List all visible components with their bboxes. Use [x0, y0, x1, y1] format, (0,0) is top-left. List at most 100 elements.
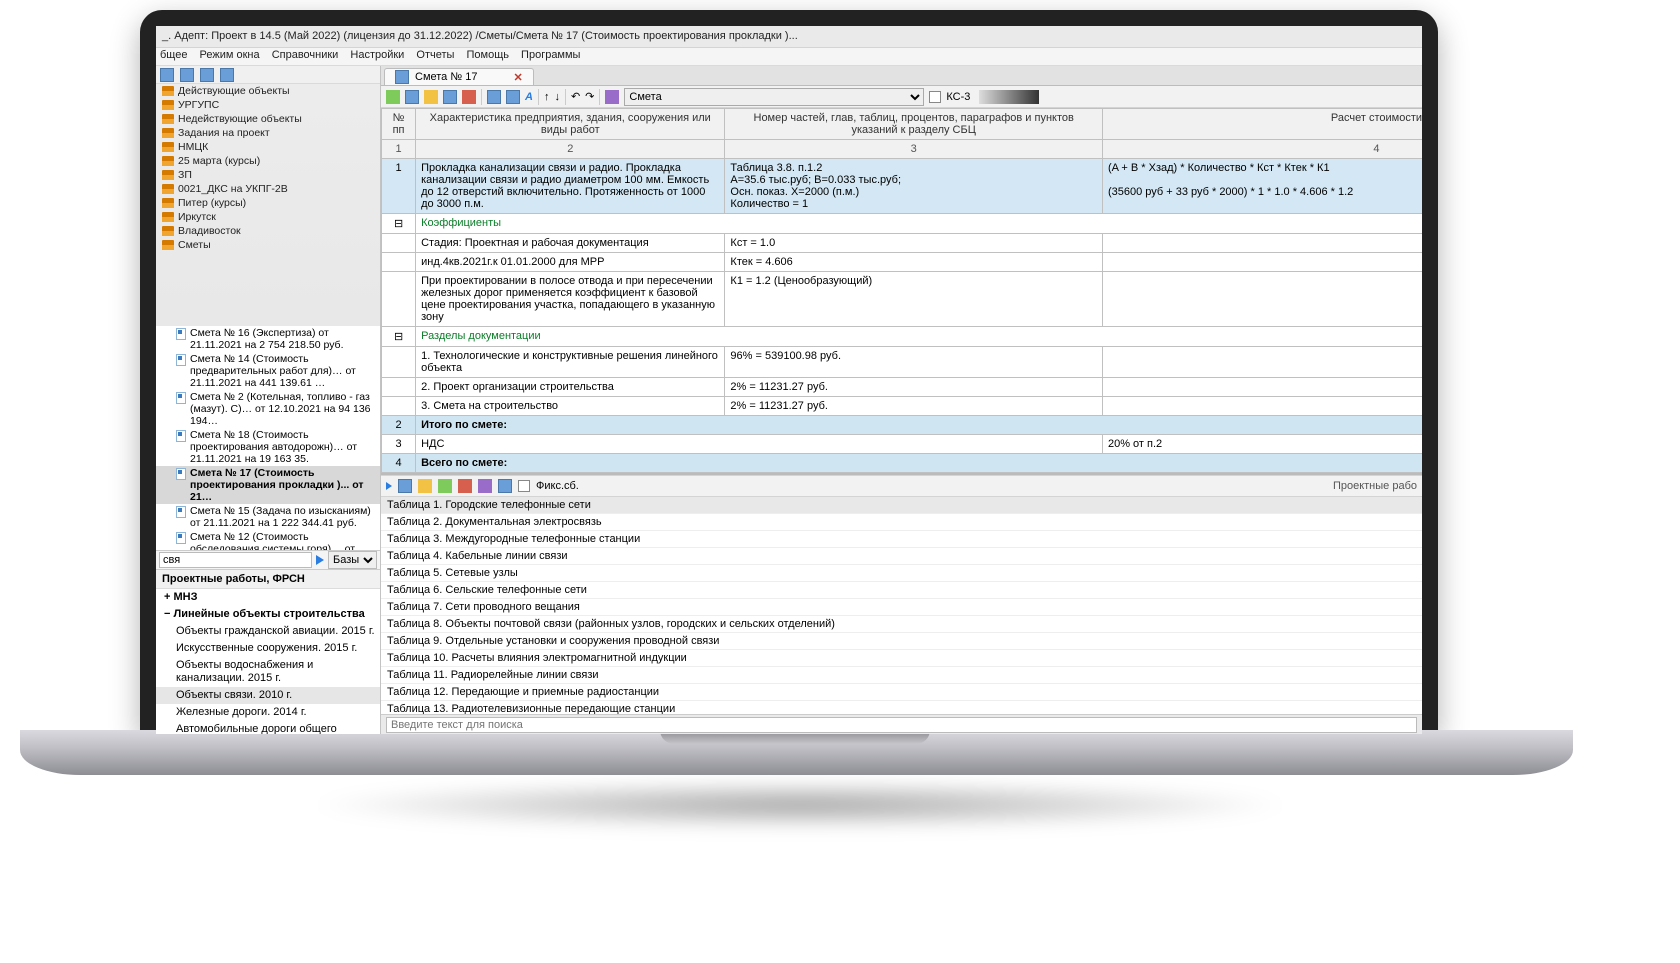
section-row[interactable]: 2. Проект организации строительства2% = …: [382, 378, 1423, 397]
search-input[interactable]: [159, 552, 312, 568]
back-icon[interactable]: [386, 482, 392, 490]
coef-row[interactable]: При проектировании в полосе отвода и при…: [382, 272, 1423, 327]
folder-icon: [162, 240, 174, 250]
table-list-item[interactable]: Таблица 6. Сельские телефонные сети: [381, 582, 1422, 599]
tb-icon[interactable]: [424, 90, 438, 104]
catalog-item[interactable]: Искусственные сооружения. 2015 г.: [156, 640, 380, 657]
tree-item[interactable]: Питер (курсы): [156, 196, 380, 210]
menu-reports[interactable]: Отчеты: [416, 49, 454, 61]
folder-icon: [162, 100, 174, 110]
tb-icon[interactable]: [200, 68, 214, 82]
bottom-search-input[interactable]: [386, 717, 1417, 733]
tb-icon[interactable]: [487, 90, 501, 104]
estimate-item[interactable]: Смета № 15 (Задача по изысканиям) от 21.…: [156, 504, 380, 530]
tb-icon[interactable]: [443, 90, 457, 104]
coef-row[interactable]: Стадия: Проектная и рабочая документация…: [382, 234, 1423, 253]
tree-item[interactable]: ЗП: [156, 168, 380, 182]
tab-close-icon[interactable]: ✕: [513, 71, 522, 84]
view-combo[interactable]: Смета: [624, 88, 924, 106]
tb-icon[interactable]: [438, 479, 452, 493]
catalog-item[interactable]: Объекты водоснабжения и канализации. 201…: [156, 657, 380, 687]
tb-icon[interactable]: [458, 479, 472, 493]
tab-smeta17[interactable]: Смета № 17 ✕: [384, 68, 534, 85]
app-window: _. Адепт: Проект в 14.5 (Май 2022) (лице…: [156, 26, 1422, 734]
tree-item[interactable]: 0021_ДКС на УКПГ-2В: [156, 182, 380, 196]
tb-icon[interactable]: [160, 68, 174, 82]
table-list-item[interactable]: Таблица 9. Отдельные установки и сооруже…: [381, 633, 1422, 650]
menu-general[interactable]: бщее: [160, 49, 187, 61]
undo-icon[interactable]: ↶: [571, 90, 580, 103]
tree-item[interactable]: Действующие объекты: [156, 84, 380, 98]
table-list-item[interactable]: Таблица 2. Документальная электросвязь: [381, 514, 1422, 531]
catalog-item[interactable]: + МНЗ: [156, 589, 380, 606]
table-list-item[interactable]: Таблица 5. Сетевые узлы: [381, 565, 1422, 582]
coef-row[interactable]: инд.4кв.2021г.к 01.01.2000 для МРРКтек =…: [382, 253, 1423, 272]
doc-icon: [176, 354, 186, 366]
grid-row-main[interactable]: 1 Прокладка канализации связи и радио. П…: [382, 159, 1423, 214]
tb-icon[interactable]: [478, 479, 492, 493]
search-scope-select[interactable]: Базы: [328, 551, 377, 569]
table-list-item[interactable]: Таблица 10. Расчеты влияния электромагни…: [381, 650, 1422, 667]
italic-a-icon[interactable]: A: [525, 91, 533, 103]
tree-item[interactable]: Сметы: [156, 238, 380, 252]
menu-help[interactable]: Помощь: [466, 49, 509, 61]
tb-icon[interactable]: [462, 90, 476, 104]
col-char: Характеристика предприятия, здания, соор…: [416, 109, 725, 140]
menu-window-mode[interactable]: Режим окна: [200, 49, 260, 61]
tb-icon[interactable]: [180, 68, 194, 82]
estimate-item[interactable]: Смета № 14 (Стоимость предварительных ра…: [156, 352, 380, 390]
catalog-item[interactable]: Автомобильные дороги общего пользования.…: [156, 721, 380, 734]
tb-icon[interactable]: [498, 479, 512, 493]
tb-icon[interactable]: [398, 479, 412, 493]
table-list-item[interactable]: Таблица 7. Сети проводного вещания: [381, 599, 1422, 616]
estimate-item[interactable]: Смета № 2 (Котельная, топливо - газ (маз…: [156, 390, 380, 428]
fix-sb-checkbox[interactable]: [518, 480, 530, 492]
table-list-item[interactable]: Таблица 11. Радиорелейные линии связи: [381, 667, 1422, 684]
doc-icon: [395, 70, 409, 84]
table-list-item[interactable]: Таблица 13. Радиотелевизионные передающи…: [381, 701, 1422, 714]
slider[interactable]: [979, 90, 1039, 104]
tree-item[interactable]: УРГУПС: [156, 98, 380, 112]
table-list-item[interactable]: Таблица 8. Объекты почтовой связи (район…: [381, 616, 1422, 633]
catalog-item[interactable]: − Линейные объекты строительства: [156, 606, 380, 623]
tb-icon[interactable]: [405, 90, 419, 104]
table-list-item[interactable]: Таблица 3. Междугородные телефонные стан…: [381, 531, 1422, 548]
tree-item[interactable]: НМЦК: [156, 140, 380, 154]
tree-item[interactable]: Задания на проект: [156, 126, 380, 140]
folder-icon: [162, 226, 174, 236]
table-list-item[interactable]: Таблица 1. Городские телефонные сети: [381, 497, 1422, 514]
catalog-item[interactable]: Железные дороги. 2014 г.: [156, 704, 380, 721]
coef-header[interactable]: Коэффициенты: [416, 214, 1422, 234]
tb-icon[interactable]: [386, 90, 400, 104]
tb-icon[interactable]: [418, 479, 432, 493]
menu-settings[interactable]: Настройки: [350, 49, 404, 61]
catalog-item[interactable]: Объекты связи. 2010 г.: [156, 687, 380, 704]
tree-item[interactable]: 25 марта (курсы): [156, 154, 380, 168]
menu-programs[interactable]: Программы: [521, 49, 580, 61]
tree-item[interactable]: Иркутск: [156, 210, 380, 224]
bottom-toolbar: Фикс.сб. Проектные рабо: [381, 475, 1422, 497]
estimate-item[interactable]: Смета № 17 (Стоимость проектирования про…: [156, 466, 380, 504]
search-go-icon[interactable]: [316, 555, 324, 565]
arrow-up-icon[interactable]: ↑: [544, 91, 550, 103]
tree-item[interactable]: Недействующие объекты: [156, 112, 380, 126]
menu-refs[interactable]: Справочники: [272, 49, 339, 61]
left-toolbar: [156, 66, 380, 84]
catalog-item[interactable]: Объекты гражданской авиации. 2015 г.: [156, 623, 380, 640]
sections-header[interactable]: Разделы документации: [416, 327, 1422, 347]
tb-icon[interactable]: [220, 68, 234, 82]
tb-icon[interactable]: [506, 90, 520, 104]
redo-icon[interactable]: ↷: [585, 90, 594, 103]
folder-icon: [162, 86, 174, 96]
tree-item[interactable]: Владивосток: [156, 224, 380, 238]
arrow-down-icon[interactable]: ↓: [554, 91, 560, 103]
ks3-checkbox[interactable]: [929, 91, 941, 103]
estimate-item[interactable]: Смета № 18 (Стоимость проектирования авт…: [156, 428, 380, 466]
table-list-item[interactable]: Таблица 12. Передающие и приемные радиос…: [381, 684, 1422, 701]
tb-icon[interactable]: [605, 90, 619, 104]
estimate-item[interactable]: Смета № 12 (Стоимость обследования систе…: [156, 530, 380, 550]
section-row[interactable]: 3. Смета на строительство2% = 11231.27 р…: [382, 397, 1423, 416]
table-list-item[interactable]: Таблица 4. Кабельные линии связи: [381, 548, 1422, 565]
estimate-item[interactable]: Смета № 16 (Экспертиза) от 21.11.2021 на…: [156, 326, 380, 352]
section-row[interactable]: 1. Технологические и конструктивные реше…: [382, 347, 1423, 378]
